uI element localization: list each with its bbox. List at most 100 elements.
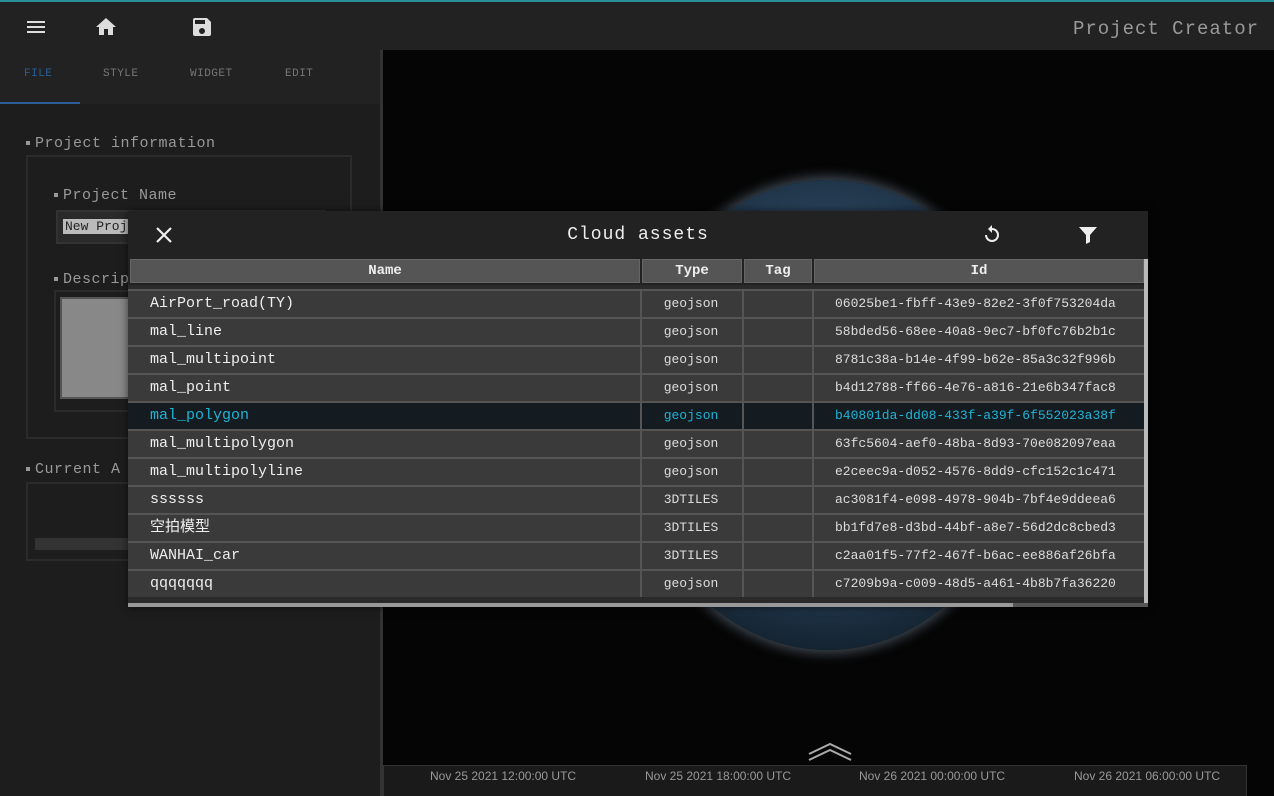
timeline-label: Nov 25 2021 12:00:00 UTC — [430, 769, 577, 783]
asset-name: mal_multipolygon — [150, 435, 295, 452]
column-separator — [812, 291, 814, 317]
column-separator — [742, 319, 744, 345]
vertical-scrollbar[interactable] — [1144, 259, 1148, 603]
tab-widget[interactable]: WIDGET — [190, 68, 233, 80]
asset-name: qqqqqqq — [150, 575, 214, 592]
table-header: Name Type Tag Id — [128, 259, 1148, 285]
column-separator — [742, 515, 744, 541]
asset-id: 06025be1-fbff-43e9-82e2-3f0f753204da — [835, 296, 1116, 311]
asset-tag — [742, 515, 812, 541]
asset-type: geojson — [663, 436, 719, 451]
column-separator — [812, 459, 814, 485]
column-separator — [812, 319, 814, 345]
current-label: Current A — [26, 461, 121, 478]
column-header-name[interactable]: Name — [130, 259, 640, 283]
asset-name: mal_multipolyline — [150, 463, 304, 480]
tab-edit[interactable]: EDIT — [285, 68, 313, 80]
tab-file[interactable]: FILE — [24, 68, 52, 80]
asset-id: b4d12788-ff66-4e76-a816-21e6b347fac8 — [835, 380, 1116, 395]
asset-tag — [742, 403, 812, 429]
column-separator — [640, 431, 642, 457]
column-header-tag[interactable]: Tag — [744, 259, 812, 283]
table-row[interactable]: mal_point geojson b4d12788-ff66-4e76-a816-… — [128, 373, 1144, 401]
column-separator — [640, 319, 642, 345]
table-row[interactable]: mal_multipoint geojson 8781c38a-b14e-4f99-… — [128, 345, 1144, 373]
timeline-label: Nov 25 2021 18:00:00 UTC — [645, 769, 792, 783]
column-separator — [640, 375, 642, 401]
asset-name: ssssss — [150, 491, 205, 508]
asset-tag — [742, 319, 812, 345]
active-tab-indicator — [0, 102, 80, 104]
filter-icon[interactable] — [1076, 223, 1100, 247]
section-title: Project information — [26, 135, 216, 152]
asset-name: mal_line — [150, 323, 223, 340]
column-separator — [640, 347, 642, 373]
table-row[interactable]: WANHAI_car 3DTILES c2aa01f5-77f2-467f-b6ac… — [128, 541, 1144, 569]
asset-id: bb1fd7e8-d3bd-44bf-a8e7-56d2dc8cbed3 — [835, 520, 1116, 535]
asset-name: 空拍模型 — [150, 519, 211, 536]
app-title: Project Creator — [1072, 18, 1259, 40]
scrollbar-thumb[interactable] — [128, 603, 1013, 607]
column-separator — [812, 543, 814, 569]
asset-type: geojson — [663, 324, 719, 339]
top-bar: Project Creator — [0, 0, 1274, 50]
column-separator — [812, 431, 814, 457]
table-row[interactable]: mal_multipolyline geojson e2ceec9a-d052-45… — [128, 457, 1144, 485]
tab-bar: FILE STYLE WIDGET EDIT — [0, 50, 380, 104]
timeline-label: Nov 26 2021 06:00:00 UTC — [1074, 769, 1221, 783]
asset-tag — [742, 571, 812, 597]
asset-id: ac3081f4-e098-4978-904b-7bf4e9ddeea6 — [835, 492, 1116, 507]
asset-type: geojson — [663, 576, 719, 591]
column-separator — [640, 487, 642, 513]
table-row[interactable]: AirPort_road(TY) geojson 06025be1-fbff-43e… — [128, 289, 1144, 317]
column-separator — [742, 487, 744, 513]
column-separator — [812, 403, 814, 429]
asset-type: geojson — [663, 296, 719, 311]
timeline-label: Nov 26 2021 00:00:00 UTC — [859, 769, 1006, 783]
project-name-label: Project Name — [54, 187, 177, 204]
asset-id: 63fc5604-aef0-48ba-8d93-70e082097eaa — [835, 436, 1116, 451]
table-row[interactable]: mal_multipolygon geojson 63fc5604-aef0-48b… — [128, 429, 1144, 457]
asset-table-body: AirPort_road(TY) geojson 06025be1-fbff-43e… — [128, 285, 1148, 601]
description-label: Descrip — [54, 271, 130, 288]
table-row[interactable]: ssssss 3DTILES ac3081f4-e098-4978-904b-7bf… — [128, 485, 1144, 513]
column-separator — [640, 515, 642, 541]
column-separator — [742, 431, 744, 457]
asset-tag — [742, 431, 812, 457]
asset-name: mal_polygon — [150, 407, 250, 424]
timeline[interactable]: Nov 25 2021 12:00:00 UTC Nov 25 2021 18:… — [383, 765, 1247, 796]
menu-icon[interactable] — [24, 15, 48, 39]
asset-type: 3DTILES — [663, 520, 719, 535]
column-separator — [742, 375, 744, 401]
column-separator — [640, 571, 642, 597]
current-bar — [35, 538, 135, 550]
asset-id: 58bded56-68ee-40a8-9ec7-bf0fc76b2b1c — [835, 324, 1116, 339]
refresh-icon[interactable] — [980, 223, 1004, 247]
column-separator — [742, 347, 744, 373]
table-row[interactable]: qqqqqqq geojson c7209b9a-c009-48d5-a461-4b… — [128, 569, 1144, 597]
column-header-type[interactable]: Type — [642, 259, 742, 283]
asset-tag — [742, 347, 812, 373]
asset-tag — [742, 291, 812, 317]
column-separator — [742, 543, 744, 569]
table-row[interactable]: 空拍模型 3DTILES bb1fd7e8-d3bd-44bf-a8e7-56d2d… — [128, 513, 1144, 541]
column-separator — [742, 571, 744, 597]
chevron-up-icon[interactable] — [807, 742, 853, 762]
tab-style[interactable]: STYLE — [103, 68, 139, 80]
column-separator — [742, 291, 744, 317]
home-icon[interactable] — [94, 15, 118, 39]
asset-tag — [742, 459, 812, 485]
table-row[interactable]: mal_line geojson 58bded56-68ee-40a8-9ec7-b… — [128, 317, 1144, 345]
table-row[interactable]: mal_polygon geojson b40801da-dd08-433f-a39… — [128, 401, 1144, 429]
column-separator — [812, 375, 814, 401]
save-icon[interactable] — [190, 15, 214, 39]
asset-name: mal_multipoint — [150, 351, 277, 368]
horizontal-scrollbar[interactable] — [128, 603, 1148, 607]
asset-type: 3DTILES — [663, 548, 719, 563]
column-separator — [812, 347, 814, 373]
asset-name: mal_point — [150, 379, 232, 396]
asset-type: geojson — [663, 464, 719, 479]
asset-name: WANHAI_car — [150, 547, 241, 564]
column-header-id[interactable]: Id — [814, 259, 1144, 283]
column-separator — [742, 403, 744, 429]
